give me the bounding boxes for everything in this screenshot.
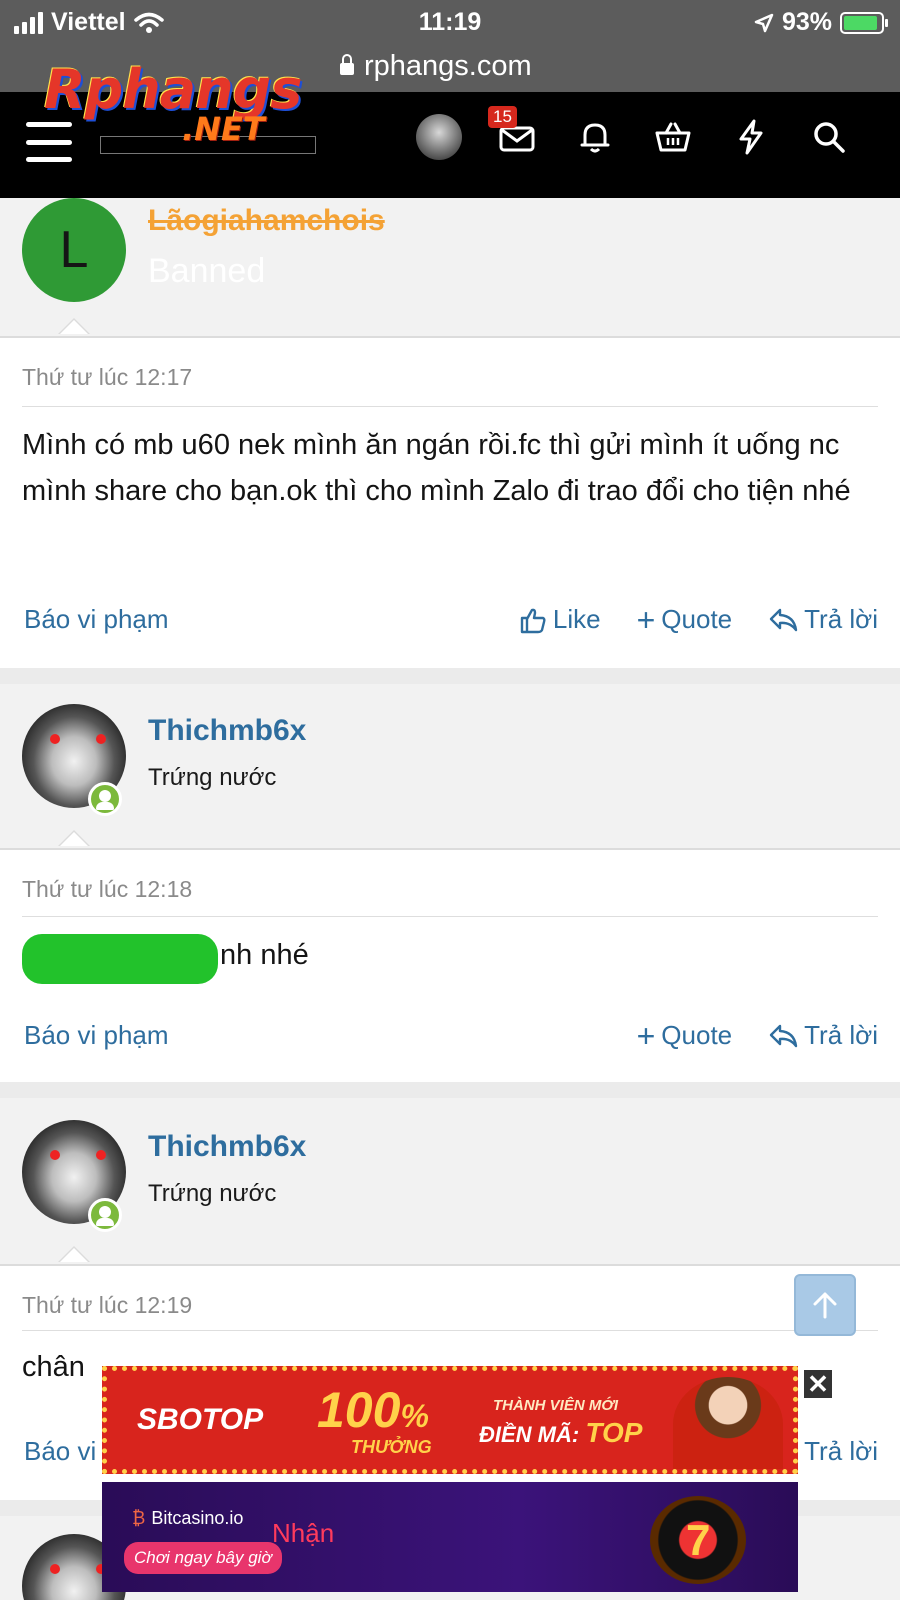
post-2-divider	[22, 916, 878, 917]
logo-sub-text: .NET	[182, 110, 265, 148]
reply-arrow-icon	[769, 1024, 798, 1047]
quote-button[interactable]: + Quote	[636, 601, 733, 638]
header-icons: 15	[416, 106, 852, 160]
report-link[interactable]: Báo vi phạm	[24, 604, 169, 635]
reply-label: Trả lời	[804, 1436, 878, 1466]
online-status-icon	[88, 782, 122, 816]
post-1-divider	[22, 406, 878, 407]
post-3-pointer	[58, 1246, 90, 1262]
quote-label: Quote	[661, 1020, 733, 1050]
quote-label: Quote	[661, 604, 733, 634]
status-right: 93%	[754, 8, 888, 37]
reply-arrow-icon	[769, 608, 798, 631]
lightning-icon	[739, 119, 763, 155]
thumbs-up-icon	[520, 608, 546, 633]
ad-model-image	[673, 1377, 783, 1469]
post-1-time[interactable]: Thứ tư lúc 12:17	[22, 364, 192, 391]
plus-icon: +	[636, 601, 656, 638]
post-1-pointer	[58, 318, 90, 334]
search-button[interactable]	[806, 114, 852, 160]
close-ad-icon[interactable]: ✕	[802, 1368, 834, 1400]
ad-headline: Nhận	[272, 1518, 335, 1548]
post-2-time[interactable]: Thứ tư lúc 12:18	[22, 876, 192, 903]
post-1-body: Thứ tư lúc 12:17 Mình có mb u60 nek mình…	[0, 336, 900, 668]
basket-icon	[655, 122, 691, 152]
ad-code: ĐIỀN MÃ: TOP	[479, 1417, 643, 1448]
alerts-button[interactable]	[572, 114, 618, 160]
post-1-text: Mình có mb u60 nek mình ăn ngán rồi.fc t…	[22, 429, 851, 507]
scroll-to-top-button[interactable]	[794, 1274, 856, 1336]
post-3-user-title: Trứng nước	[148, 1180, 277, 1207]
redaction-mark	[22, 934, 218, 984]
ad-cta-button[interactable]: Chơi ngay bây giờ	[124, 1542, 282, 1574]
reply-label: Trả lời	[804, 1020, 878, 1050]
whats-new-button[interactable]	[728, 114, 774, 160]
inbox-badge: 15	[488, 106, 517, 128]
quote-button[interactable]: + Quote	[636, 1017, 733, 1054]
site-logo[interactable]: Rphangs .NET	[44, 58, 314, 154]
battery-percent: 93%	[781, 8, 832, 36]
battery-icon	[840, 11, 888, 34]
ad-headline: 100%	[317, 1382, 429, 1438]
reply-button[interactable]: Trả lời	[804, 1436, 878, 1467]
post-2-username[interactable]: Thichmb6x	[148, 714, 306, 748]
post-1-actions: Báo vi phạm Like + Quote Trả lời	[22, 604, 878, 640]
post-2-actions: Báo vi phạm + Quote Trả lời	[22, 1020, 878, 1056]
account-avatar[interactable]	[416, 114, 462, 160]
post-3-time[interactable]: Thứ tư lúc 12:19	[22, 1292, 192, 1319]
inbox-button[interactable]: 15	[488, 106, 540, 160]
post-1-user-title: Banned	[148, 252, 266, 290]
online-status-icon	[88, 1198, 122, 1232]
ad-brand: SBOTOP	[137, 1403, 264, 1436]
reply-button[interactable]: Trả lời	[768, 1020, 878, 1051]
url-display[interactable]: rphangs.com	[340, 46, 532, 86]
location-arrow-icon	[754, 13, 774, 32]
ad-new-member: THÀNH VIÊN MỚI	[493, 1397, 619, 1414]
post-2-pointer	[58, 830, 90, 846]
like-button[interactable]: Like	[519, 604, 601, 635]
post-1-avatar[interactable]: L	[22, 198, 126, 302]
sbotop-ad-banner[interactable]: SBOTOP 100% THƯỞNG THÀNH VIÊN MỚI ĐIỀN M…	[102, 1366, 798, 1474]
post-2-body: Thứ tư lúc 12:18 nh nhé Báo vi phạm + Qu…	[0, 848, 900, 1082]
slot-seven-icon: 7	[686, 1516, 711, 1565]
arrow-up-icon	[813, 1292, 837, 1319]
plus-icon: +	[636, 1017, 656, 1054]
status-bar: Viettel 11:19 93%	[0, 0, 900, 46]
ad-bonus: THƯỞNG	[351, 1437, 432, 1457]
like-label: Like	[552, 604, 601, 634]
bell-icon	[580, 123, 610, 153]
url-text: rphangs.com	[364, 49, 532, 82]
post-1-username[interactable]: Lãogiahamchois	[148, 204, 385, 238]
reply-button[interactable]: Trả lời	[768, 604, 878, 635]
shop-button[interactable]	[650, 114, 696, 160]
report-link[interactable]: Báo vi phạm	[24, 1020, 169, 1051]
report-link[interactable]: Báo vi	[24, 1436, 96, 1467]
post-2-user-bar: Thichmb6x Trứng nước	[0, 684, 900, 848]
post-3-user-bar: Thichmb6x Trứng nước	[0, 1098, 900, 1264]
search-icon	[814, 122, 845, 153]
post-3-username[interactable]: Thichmb6x	[148, 1130, 306, 1164]
post-2-user-title: Trứng nước	[148, 764, 277, 791]
post-3-divider	[22, 1330, 878, 1331]
reply-label: Trả lời	[804, 604, 878, 634]
bitcasino-ad-banner[interactable]: Bitcasino.io Nhận Chơi ngay bây giờ 7	[102, 1482, 798, 1592]
lock-icon	[340, 54, 354, 75]
post-1-user-bar: L Lãogiahamchois Banned	[0, 198, 900, 336]
ad-brand: Bitcasino.io	[132, 1508, 243, 1529]
